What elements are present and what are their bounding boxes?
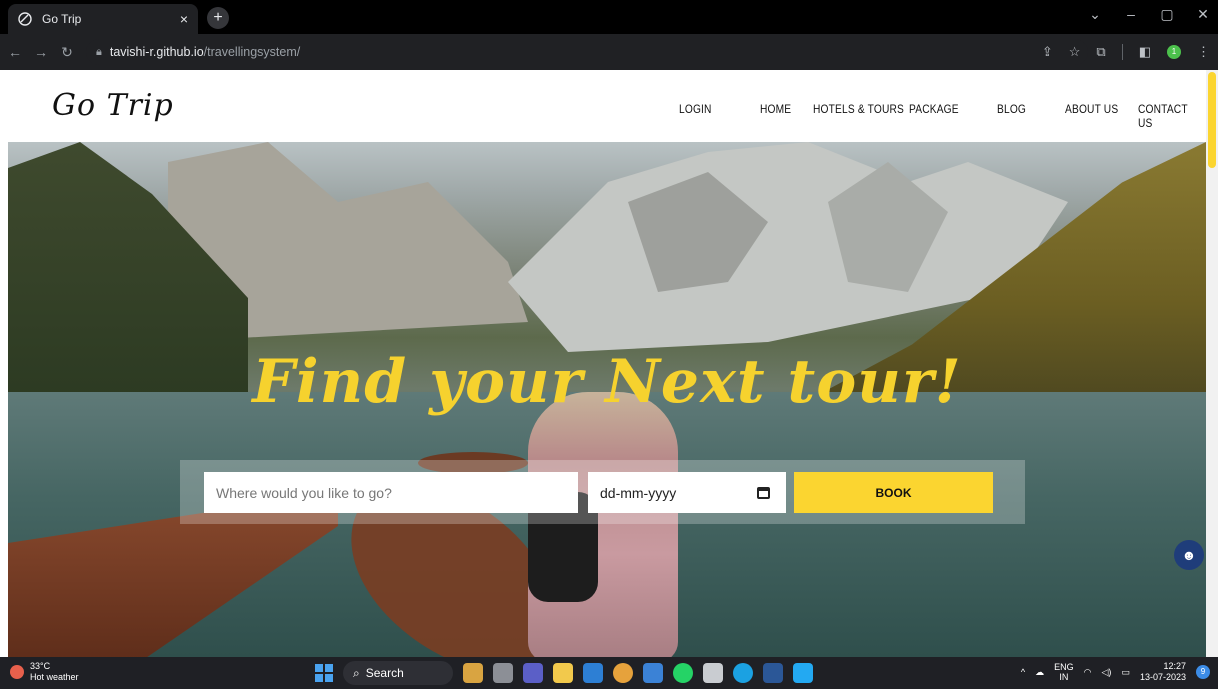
browser-tab[interactable]: Go Trip × (8, 4, 198, 34)
side-panel-icon[interactable]: ◧ (1139, 44, 1151, 60)
weather-desc: Hot weather (30, 672, 79, 682)
nav-about-us[interactable]: ABOUT US (1065, 102, 1118, 116)
date-input[interactable]: dd-mm-yyyy (588, 472, 786, 513)
date-placeholder: dd-mm-yyyy (600, 484, 677, 501)
browser-tabbar: Go Trip × + ⌄ – ▢ ✕ (0, 0, 1218, 34)
address-bar[interactable]: 🔒︎ tavishi-r.github.io /travellingsystem… (86, 39, 1088, 65)
close-icon[interactable]: ✕ (1196, 6, 1210, 23)
wifi-icon[interactable]: ◠ (1084, 667, 1092, 678)
tab-close-icon[interactable]: × (180, 11, 188, 27)
bookmark-star-icon[interactable]: ☆ (1069, 44, 1081, 60)
tab-title: Go Trip (42, 12, 82, 26)
site-header: Go Trip LOGIN HOME HOTELS & TOURS PACKAG… (0, 70, 1206, 142)
reload-icon[interactable]: ↻ (56, 44, 78, 61)
window-controls: ⌄ – ▢ ✕ (1088, 6, 1210, 23)
profile-avatar[interactable]: 1 (1167, 45, 1181, 59)
chevron-up-icon[interactable]: ^ (1021, 667, 1025, 677)
os-taskbar: 33°C Hot weather ⌕ Search ^ ☁ ENG IN ◠ ◁… (0, 657, 1218, 689)
nav-package[interactable]: PACKAGE (909, 102, 959, 116)
menu-kebab-icon[interactable]: ⋮ (1197, 44, 1210, 60)
forward-arrow-icon[interactable]: → (30, 44, 52, 60)
clock[interactable]: 12:27 13-07-2023 (1140, 661, 1186, 683)
back-arrow-icon[interactable]: ← (4, 44, 26, 60)
browser-toolbar: ← → ↻ 🔒︎ tavishi-r.github.io /travelling… (0, 34, 1218, 70)
toolbar-divider (1121, 44, 1123, 60)
notification-badge[interactable]: 9 (1196, 665, 1210, 679)
clock-time: 12:27 (1163, 661, 1186, 671)
edge-icon[interactable] (733, 663, 753, 683)
url-host: tavishi-r.github.io (109, 45, 204, 59)
search-icon: ⌕ (353, 665, 360, 680)
toolbar-actions: ⇪ ☆ ⧉ ◧ 1 ⋮ (1042, 44, 1210, 60)
nav-home[interactable]: HOME (760, 102, 791, 116)
share-icon[interactable]: ⇪ (1042, 44, 1053, 60)
extensions-icon[interactable]: ⧉ (1096, 44, 1105, 60)
taskbar-search-label: Search (365, 666, 404, 680)
cloud-icon[interactable]: ☁ (1035, 667, 1044, 678)
nav-login[interactable]: LOGIN (679, 102, 712, 116)
taskbar-search[interactable]: ⌕ Search (343, 661, 453, 685)
store-icon[interactable] (583, 663, 603, 683)
page-scrollbar[interactable] (1206, 70, 1218, 657)
site-logo[interactable]: Go Trip (52, 88, 174, 123)
widgets-app-icon[interactable] (463, 663, 483, 683)
restore-icon[interactable]: ▢ (1160, 6, 1174, 23)
thermometer-icon (10, 665, 24, 679)
scrollbar-thumb[interactable] (1208, 72, 1216, 168)
clock-date: 13-07-2023 (1139, 672, 1186, 682)
battery-icon[interactable]: ▭ (1121, 667, 1130, 678)
whatsapp-icon[interactable] (673, 663, 693, 683)
new-tab-button[interactable]: + (207, 7, 229, 29)
minimize-icon[interactable]: – (1124, 6, 1138, 23)
volume-icon[interactable]: ◁) (1102, 667, 1112, 678)
lock-icon[interactable]: 🔒︎ (96, 46, 102, 59)
nav-blog[interactable]: BLOG (997, 102, 1026, 116)
chat-widget-icon[interactable]: ☻ (1174, 540, 1204, 570)
hero-section: Find your Next tour! dd-mm-yyyy BOOK (8, 142, 1206, 657)
word-icon[interactable] (763, 663, 783, 683)
nav-contact-us[interactable]: CONTACT US (1138, 102, 1196, 130)
url-path: /travellingsystem/ (203, 45, 301, 59)
system-tray: ^ ☁ ENG IN ◠ ◁) ▭ 12:27 13-07-2023 9 (1021, 661, 1210, 683)
taskbar-apps: ⌕ Search (315, 661, 813, 685)
windows-start-icon[interactable] (315, 664, 333, 682)
language-indicator[interactable]: ENG IN (1054, 662, 1074, 682)
mail-icon[interactable] (643, 663, 663, 683)
task-view-icon[interactable] (493, 663, 513, 683)
chrome-icon[interactable] (613, 663, 633, 683)
book-button[interactable]: BOOK (794, 472, 993, 513)
globe-icon (18, 12, 32, 26)
cube-app-icon[interactable] (703, 663, 723, 683)
weather-widget[interactable]: 33°C Hot weather (10, 661, 79, 683)
nav-hotels-tours[interactable]: HOTELS & TOURS (813, 102, 904, 116)
weather-temp: 33°C (30, 661, 51, 671)
lang-top: ENG (1054, 662, 1074, 672)
vscode-icon[interactable] (793, 663, 813, 683)
destination-input[interactable] (204, 472, 578, 513)
lang-bottom: IN (1059, 672, 1069, 682)
search-panel: dd-mm-yyyy BOOK (180, 460, 1025, 524)
file-explorer-icon[interactable] (553, 663, 573, 683)
teams-icon[interactable] (523, 663, 543, 683)
calendar-icon[interactable] (757, 486, 770, 499)
page-viewport: Go Trip LOGIN HOME HOTELS & TOURS PACKAG… (0, 70, 1218, 657)
chevron-down-icon[interactable]: ⌄ (1088, 6, 1102, 23)
hero-title: Find your Next tour! (252, 347, 962, 417)
